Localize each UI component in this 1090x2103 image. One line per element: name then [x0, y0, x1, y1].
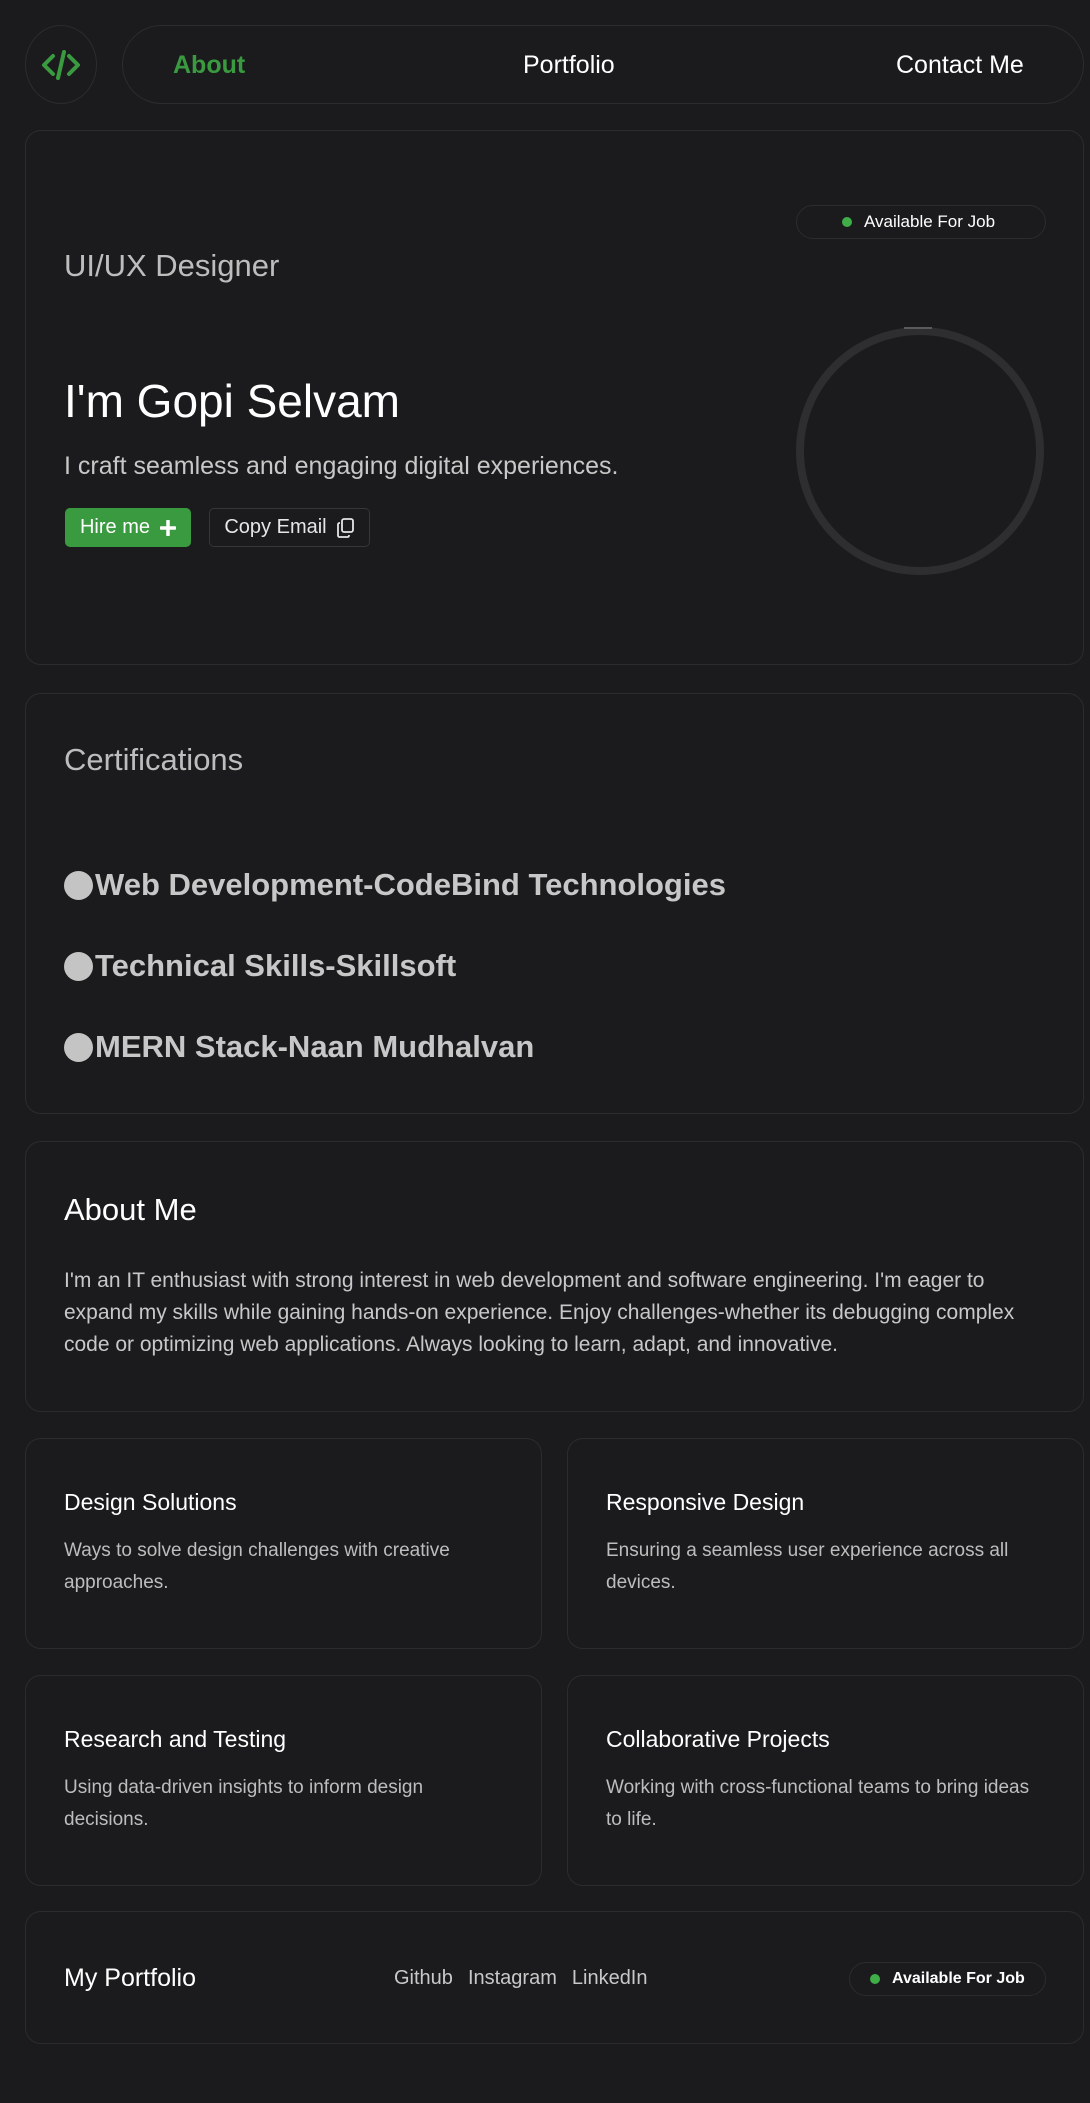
service-description: Ensuring a seamless user experience acro…: [606, 1540, 1009, 1593]
hire-me-label: Hire me: [79, 516, 150, 538]
copy-email-button[interactable]: Copy Email: [209, 508, 370, 547]
hire-me-button[interactable]: Hire me: [65, 508, 191, 547]
hero-name: I'm Gopi Selvam: [64, 375, 400, 427]
availability-badge: Available For Job: [796, 205, 1046, 239]
footer-availability-badge: Available For Job: [849, 1962, 1046, 1996]
about-card: About Me I'm an IT enthusiast with stron…: [25, 1141, 1084, 1412]
footer-link-github[interactable]: Github: [394, 1967, 453, 1990]
service-card-research-testing: Research and Testing Using data-driven i…: [25, 1675, 542, 1886]
code-icon: [42, 49, 80, 80]
footer-link-linkedin[interactable]: LinkedIn: [572, 1967, 648, 1990]
certification-label: MERN Stack-Naan Mudhalvan: [95, 1029, 535, 1064]
about-text: I'm an IT enthusiast with strong interes…: [64, 1269, 1015, 1356]
nav-link-portfolio[interactable]: Portfolio: [523, 26, 615, 105]
hero-card: Available For Job UI/UX Designer I'm Gop…: [25, 130, 1084, 665]
certification-label: Web Development-CodeBind Technologies: [95, 867, 726, 902]
logo-button[interactable]: [25, 25, 97, 104]
about-title: About Me: [64, 1192, 197, 1227]
hero-tagline: I craft seamless and engaging digital ex…: [64, 452, 619, 480]
footer-title: My Portfolio: [64, 1964, 196, 1992]
certification-label: Technical Skills-Skillsoft: [95, 948, 457, 983]
nav-link-about[interactable]: About: [173, 26, 245, 105]
bullet-icon: [64, 1032, 93, 1062]
service-card-design-solutions: Design Solutions Ways to solve design ch…: [25, 1438, 542, 1649]
footer-links: Github Instagram LinkedIn: [394, 1912, 648, 2045]
status-dot-icon: [870, 1974, 880, 1984]
availability-label: Available For Job: [892, 1970, 1025, 1987]
service-title: Research and Testing: [64, 1726, 287, 1752]
service-title: Responsive Design: [606, 1489, 805, 1515]
footer-link-instagram[interactable]: Instagram: [468, 1967, 557, 1990]
service-title: Design Solutions: [64, 1489, 237, 1515]
profile-avatar: [796, 327, 1044, 575]
copy-email-label: Copy Email: [224, 516, 327, 538]
status-dot-icon: [842, 217, 852, 227]
bullet-icon: [64, 951, 93, 981]
nav-link-contact[interactable]: Contact Me: [896, 26, 1024, 105]
certifications-title: Certifications: [64, 742, 244, 777]
certification-item: MERN Stack-Naan Mudhalvan: [64, 1029, 534, 1065]
copy-icon: [336, 517, 354, 538]
top-navbar: About Portfolio Contact Me: [122, 25, 1084, 104]
service-description: Working with cross-functional teams to b…: [606, 1777, 1030, 1830]
service-card-responsive-design: Responsive Design Ensuring a seamless us…: [567, 1438, 1084, 1649]
certification-item: Web Development-CodeBind Technologies: [64, 867, 726, 903]
service-title: Collaborative Projects: [606, 1726, 830, 1752]
service-description: Using data-driven insights to inform des…: [64, 1777, 424, 1830]
service-card-collaborative-projects: Collaborative Projects Working with cros…: [567, 1675, 1084, 1886]
certifications-card: Certifications Web Development-CodeBind …: [25, 693, 1084, 1114]
service-description: Ways to solve design challenges with cre…: [64, 1540, 450, 1593]
role-title: UI/UX Designer: [64, 248, 280, 283]
certification-item: Technical Skills-Skillsoft: [64, 948, 456, 984]
footer-card: My Portfolio Github Instagram LinkedIn A…: [25, 1911, 1084, 2044]
bullet-icon: [64, 870, 93, 900]
availability-label: Available For Job: [864, 212, 996, 231]
plus-icon: [160, 519, 176, 536]
